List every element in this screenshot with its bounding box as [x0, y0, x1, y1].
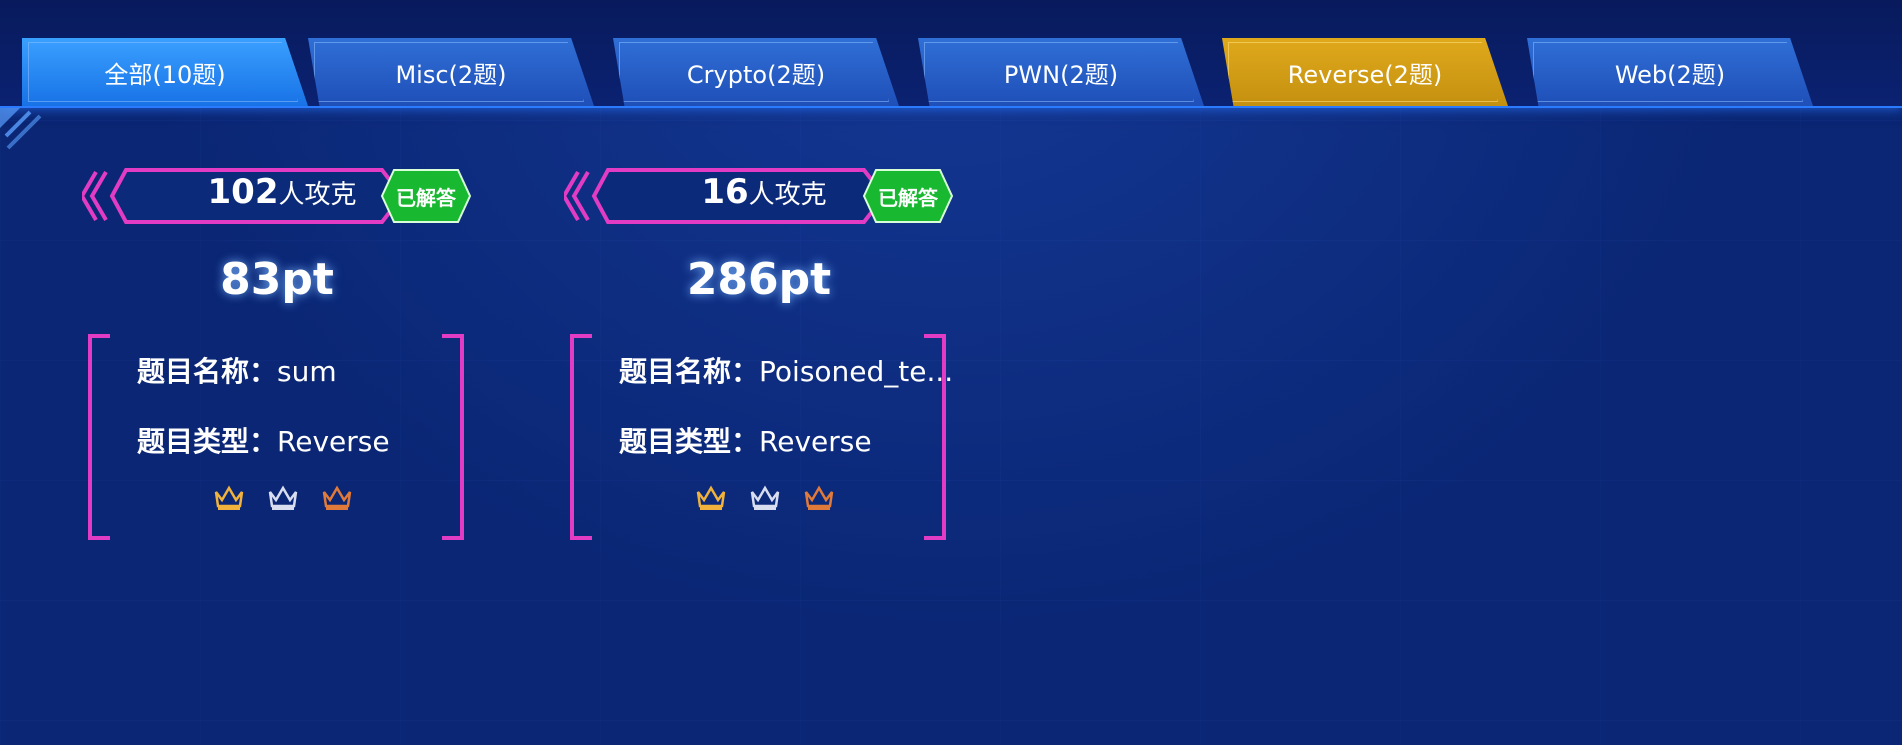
corner-stripes-decoration: [0, 108, 42, 150]
tab-crypto[interactable]: Crypto(2题): [613, 38, 899, 106]
tab-label: Misc(2题): [395, 60, 507, 89]
points-value: 83pt: [220, 254, 334, 305]
blood-ranks: [88, 484, 478, 512]
points-value: 286pt: [686, 254, 832, 305]
tab-label: 全部(10题): [104, 60, 226, 89]
tab-web[interactable]: Web(2题): [1527, 38, 1813, 106]
solvers-count: 102 人攻克: [207, 172, 357, 212]
challenge-type-row: 题目类型：Reverse: [619, 425, 872, 458]
tab-label: Crypto(2题): [686, 60, 826, 89]
tab-reverse[interactable]: Reverse(2题): [1222, 38, 1508, 106]
challenge-name-row: 题目名称：sum: [137, 355, 337, 388]
silver-crown-icon: [750, 485, 780, 510]
solved-badge: 已解答: [862, 168, 954, 224]
challenge-name-row: 题目名称：Poisoned_te...: [619, 355, 954, 388]
bronze-crown-icon: [804, 485, 834, 510]
tab-label: PWN(2题): [1003, 60, 1119, 89]
gold-crown-icon: [696, 485, 726, 510]
solvers-count: 16 人攻克: [701, 172, 827, 212]
gold-crown-icon: [214, 485, 244, 510]
solved-badge: 已解答: [380, 168, 472, 224]
tab-misc[interactable]: Misc(2题): [308, 38, 594, 106]
tab-label: Web(2题): [1614, 60, 1726, 89]
bronze-crown-icon: [322, 485, 352, 510]
challenge-card[interactable]: 102 人攻克 已解答 83pt 题目名称：sum 题目类型：Reverse: [82, 164, 482, 544]
challenge-type-row: 题目类型：Reverse: [137, 425, 390, 458]
tab-pwn[interactable]: PWN(2题): [918, 38, 1204, 106]
tab-all[interactable]: 全部(10题): [22, 38, 308, 106]
silver-crown-icon: [268, 485, 298, 510]
blood-ranks: [570, 484, 960, 512]
challenge-card[interactable]: 16 人攻克 已解答 286pt 题目名称：Poisoned_te... 题目类…: [564, 164, 964, 544]
tab-label: Reverse(2题): [1287, 60, 1443, 89]
